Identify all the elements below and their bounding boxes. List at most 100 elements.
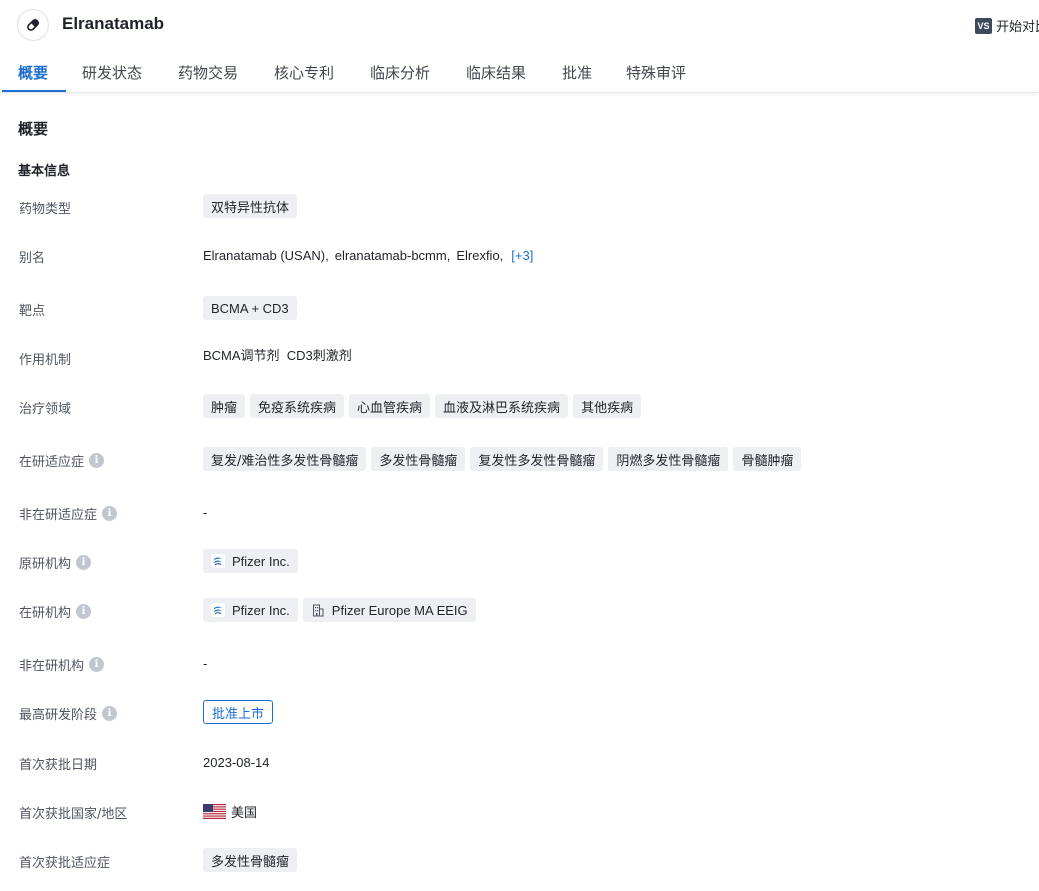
section-title: 概要 xyxy=(18,120,49,138)
tab-special-review[interactable]: 特殊审评 xyxy=(626,62,686,83)
pfizer-logo-icon xyxy=(211,603,225,617)
row-label-text: 原研机构 xyxy=(19,557,72,572)
active-tab-indicator xyxy=(2,90,66,92)
row-label-text: 在研适应症 xyxy=(19,455,85,470)
indication-tag[interactable]: 阴燃多发性骨髓瘤 xyxy=(608,447,729,471)
row-value: Pfizer Inc. Pfizer Europe MA EEIG xyxy=(203,595,481,625)
info-icon[interactable]: i xyxy=(76,604,92,619)
org-tag[interactable]: Pfizer Europe MA EEIG xyxy=(302,598,476,622)
alias-more-link[interactable]: [+3] xyxy=(511,248,533,263)
row-first-approval-country: 首次获批国家/地区 美国 xyxy=(0,796,1039,826)
info-icon[interactable]: i xyxy=(102,706,118,721)
row-label-text: 最高研发阶段 xyxy=(19,708,98,723)
therapy-area-tag[interactable]: 血液及淋巴系统疾病 xyxy=(435,394,569,418)
row-value: 多发性骨髓瘤 xyxy=(203,845,302,875)
row-label: 首次获批日期 xyxy=(19,758,98,773)
tab-overview[interactable]: 概要 xyxy=(18,62,48,83)
row-target: 靶点 BCMA + CD3 xyxy=(0,293,1039,323)
row-drug-type: 药物类型 双特异性抗体 xyxy=(0,191,1039,221)
tab-approval[interactable]: 批准 xyxy=(562,62,592,83)
row-value: Pfizer Inc. xyxy=(203,546,303,576)
therapy-area-tag[interactable]: 心血管疾病 xyxy=(349,394,431,418)
row-value: 双特异性抗体 xyxy=(203,191,302,221)
row-label-text: 非在研机构 xyxy=(19,659,85,674)
row-label: 最高研发阶段 i xyxy=(19,704,118,723)
vs-icon: VS xyxy=(975,17,992,34)
row-label: 作用机制 xyxy=(19,353,72,368)
therapy-area-tag[interactable]: 其他疾病 xyxy=(573,394,642,418)
row-value: 美国 xyxy=(203,796,257,826)
approval-country-value: 美国 xyxy=(231,804,258,820)
therapy-area-tag[interactable]: 肿瘤 xyxy=(203,394,246,418)
row-label: 首次获批国家/地区 xyxy=(19,807,128,822)
info-icon[interactable]: i xyxy=(76,555,92,570)
info-icon[interactable]: i xyxy=(102,506,118,521)
compare-button[interactable]: VS 开始对比 xyxy=(975,16,1039,35)
org-name: Pfizer Europe MA EEIG xyxy=(331,602,468,618)
tab-clinical-analysis[interactable]: 临床分析 xyxy=(370,62,430,83)
alias-item: Elranatamab (USAN), xyxy=(203,247,329,263)
alias-item: Elrexfio, xyxy=(456,247,504,263)
compare-label: 开始对比 xyxy=(996,20,1039,35)
row-value: 2023-08-14 xyxy=(203,747,270,777)
row-inactive-org: 非在研机构 i - xyxy=(0,648,1039,678)
row-mechanism: 作用机制 BCMA调节剂 CD3刺激剂 xyxy=(0,339,1039,369)
indication-tag[interactable]: 复发性多发性骨髓瘤 xyxy=(470,447,604,471)
row-value: Elranatamab (USAN), elranatamab-bcmm, El… xyxy=(203,240,533,270)
phase-badge[interactable]: 批准上市 xyxy=(203,700,274,724)
approval-date-value: 2023-08-14 xyxy=(203,754,270,770)
row-first-approval-date: 首次获批日期 2023-08-14 xyxy=(0,747,1039,777)
info-icon[interactable]: i xyxy=(89,657,105,672)
row-highest-phase: 最高研发阶段 i 批准上市 xyxy=(0,697,1039,727)
row-label: 别名 xyxy=(19,251,46,266)
row-active-indication: 在研适应症 i 复发/难治性多发性骨髓瘤 多发性骨髓瘤 复发性多发性骨髓瘤 阴燃… xyxy=(0,444,1039,474)
inactive-org-value: - xyxy=(203,655,208,671)
org-tag[interactable]: Pfizer Inc. xyxy=(203,598,298,622)
therapy-area-tag[interactable]: 免疫系统疾病 xyxy=(250,394,345,418)
tab-patents[interactable]: 核心专利 xyxy=(274,62,334,83)
indication-tag[interactable]: 复发/难治性多发性骨髓瘤 xyxy=(203,447,367,471)
row-value: 肿瘤 免疫系统疾病 心血管疾病 血液及淋巴系统疾病 其他疾病 xyxy=(203,391,646,421)
row-value: BCMA + CD3 xyxy=(203,293,302,323)
row-value: BCMA调节剂 CD3刺激剂 xyxy=(203,339,352,369)
row-value: - xyxy=(203,497,207,527)
row-label: 治疗领域 xyxy=(19,402,72,417)
row-inactive-indication: 非在研适应症 i - xyxy=(0,497,1039,527)
row-value: - xyxy=(203,648,207,678)
tab-deals[interactable]: 药物交易 xyxy=(178,62,238,83)
tab-clinical-results[interactable]: 临床结果 xyxy=(466,62,526,83)
info-icon[interactable]: i xyxy=(89,453,105,468)
row-active-org: 在研机构 i Pfizer Inc. Pfizer Europe MA EEIG xyxy=(0,595,1039,625)
us-flag-icon xyxy=(203,803,226,819)
row-label: 原研机构 i xyxy=(19,553,92,572)
row-label: 在研适应症 i xyxy=(19,451,105,470)
row-alias: 别名 Elranatamab (USAN), elranatamab-bcmm,… xyxy=(0,240,1039,270)
drug-title: Elranatamab xyxy=(62,14,165,33)
row-value: 批准上市 xyxy=(203,697,274,727)
pfizer-logo-icon xyxy=(211,554,225,568)
row-label: 靶点 xyxy=(19,304,46,319)
drug-header: Elranatamab VS 开始对比 xyxy=(0,0,1039,50)
row-label: 首次获批适应症 xyxy=(19,856,111,871)
org-name: Pfizer Inc. xyxy=(232,602,290,618)
building-icon xyxy=(311,603,325,617)
row-label: 非在研适应症 i xyxy=(19,504,118,523)
alias-item: elranatamab-bcmm, xyxy=(334,247,451,263)
tab-rd-status[interactable]: 研发状态 xyxy=(82,62,142,83)
row-label-text: 在研机构 xyxy=(19,606,72,621)
target-tag[interactable]: BCMA + CD3 xyxy=(203,296,297,320)
tab-bar: 概要 研发状态 药物交易 核心专利 临床分析 临床结果 批准 特殊审评 xyxy=(0,52,1039,93)
pill-icon xyxy=(17,9,49,41)
org-tag[interactable]: Pfizer Inc. xyxy=(203,549,298,573)
row-label: 在研机构 i xyxy=(19,602,92,621)
approval-indication-tag[interactable]: 多发性骨髓瘤 xyxy=(203,848,298,872)
row-label-text: 非在研适应症 xyxy=(19,508,98,523)
indication-tag[interactable]: 多发性骨髓瘤 xyxy=(371,447,466,471)
indication-tag[interactable]: 骨髓肿瘤 xyxy=(733,447,802,471)
row-first-approval-indication: 首次获批适应症 多发性骨髓瘤 xyxy=(0,845,1039,875)
row-originator: 原研机构 i Pfizer Inc. xyxy=(0,546,1039,576)
row-value: 复发/难治性多发性骨髓瘤 多发性骨髓瘤 复发性多发性骨髓瘤 阴燃多发性骨髓瘤 骨… xyxy=(203,444,806,474)
mechanism-text: BCMA调节剂 CD3刺激剂 xyxy=(203,347,352,363)
drug-type-tag[interactable]: 双特异性抗体 xyxy=(203,194,298,218)
inactive-indication-value: - xyxy=(203,504,208,520)
